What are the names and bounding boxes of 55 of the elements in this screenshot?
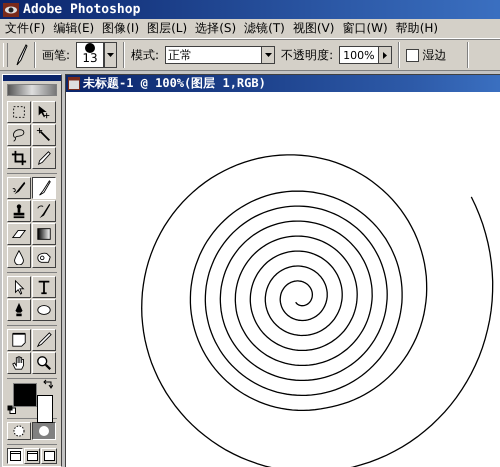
caret-icon: [107, 53, 114, 57]
menu-item[interactable]: 视图(V): [290, 20, 338, 37]
opacity-label: 不透明度:: [281, 46, 334, 64]
menu-item[interactable]: 图像(I): [99, 20, 142, 37]
wet-edges-label: 湿边: [422, 46, 447, 64]
window-icon: [26, 451, 38, 461]
move-arrow-icon: [36, 104, 52, 120]
menu-item[interactable]: 文件(F): [2, 20, 48, 37]
brush-preset-picker[interactable]: 13: [76, 42, 104, 68]
lasso-icon: [11, 127, 27, 143]
quick-mask-button[interactable]: [32, 422, 56, 440]
brush-icon: [14, 44, 28, 66]
standard-mode-button[interactable]: [7, 422, 31, 440]
opacity-field[interactable]: 100%: [339, 46, 392, 64]
ellipse-icon: [36, 302, 52, 318]
hand-icon: [11, 355, 27, 371]
wet-edges-checkbox[interactable]: [406, 48, 419, 62]
window-icon: [44, 451, 54, 461]
menu-item[interactable]: 帮助(H): [392, 20, 442, 37]
stamp-icon: [11, 203, 27, 219]
document-title: 未标题-1 @ 100%(图层 1,RGB): [83, 75, 266, 92]
document-icon: [68, 77, 80, 90]
screen-mode-button[interactable]: [7, 448, 23, 464]
magic-wand-icon: [36, 127, 52, 143]
app-eye-icon: [3, 2, 19, 16]
brush-tip-icon: [85, 43, 96, 53]
swap-arrows-icon[interactable]: [43, 379, 53, 389]
circle-icon: [38, 425, 50, 437]
menu-item[interactable]: 选择(S): [192, 20, 240, 37]
dashed-circle-icon: [13, 425, 25, 437]
caret-icon: [264, 53, 272, 57]
menu-item[interactable]: 窗口(W): [339, 20, 391, 37]
marquee-icon: [11, 104, 27, 120]
drop-icon: [11, 249, 27, 265]
brush-label: 画笔:: [42, 46, 70, 64]
window-title: Adobe Photoshop: [23, 2, 140, 17]
gradient-icon: [36, 226, 52, 242]
note-icon: [11, 332, 27, 348]
history-brush-icon: [36, 203, 52, 219]
tool-button[interactable]: [32, 177, 56, 199]
window-icon: [10, 451, 20, 461]
menu-item[interactable]: 编辑(E): [50, 20, 98, 37]
caret-icon: [382, 52, 387, 58]
type-tool-icon: [36, 279, 52, 295]
dropdown-button[interactable]: [104, 42, 118, 68]
menu-item[interactable]: 滤镜(T): [241, 20, 288, 37]
airbrush-icon: [11, 180, 27, 196]
menu-item[interactable]: 图层(L): [144, 20, 190, 37]
foreground-color-swatch[interactable]: [13, 383, 37, 407]
background-color-swatch[interactable]: [37, 395, 53, 423]
default-colors-icon[interactable]: [7, 405, 16, 414]
zoom-icon: [36, 355, 52, 371]
crop-icon: [11, 150, 27, 166]
mode-dropdown[interactable]: 正常: [165, 46, 276, 64]
mode-label: 模式:: [131, 46, 160, 64]
